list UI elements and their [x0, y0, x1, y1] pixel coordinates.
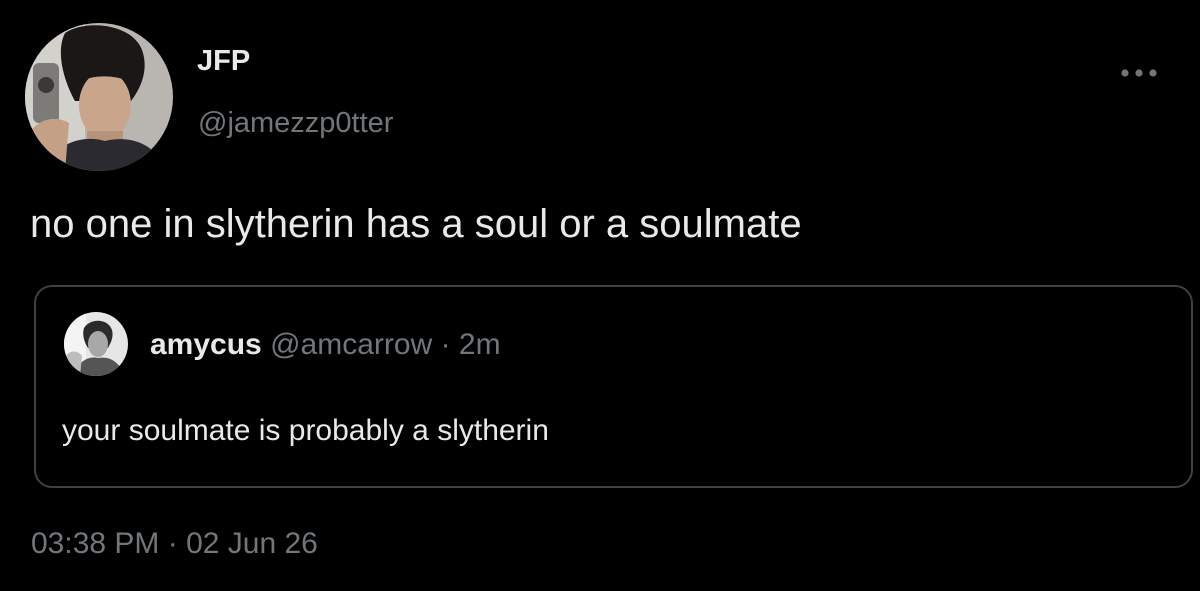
- author-avatar-photo: [25, 23, 173, 171]
- quoted-tweet-text: your soulmate is probably a slytherin: [62, 414, 549, 447]
- more-horizontal-icon: [1121, 69, 1157, 77]
- tweet-card: JFP @jamezzp0tter no one in slytherin ha…: [0, 0, 1200, 591]
- author-avatar[interactable]: [25, 23, 173, 171]
- author-handle[interactable]: @jamezzp0tter: [198, 106, 393, 140]
- tweet-text: no one in slytherin has a soul or a soul…: [30, 202, 802, 246]
- quoted-author-avatar-photo: [64, 312, 128, 376]
- quoted-author-name[interactable]: amycus: [150, 328, 262, 361]
- quoted-tweet-card[interactable]: amycus @amcarrow · 2m your soulmate is p…: [34, 285, 1193, 488]
- quoted-author-meta: @amcarrow · 2m: [270, 328, 501, 361]
- quoted-author-avatar[interactable]: [64, 312, 128, 376]
- author-display-name[interactable]: JFP: [197, 44, 250, 78]
- tweet-timestamp[interactable]: 03:38 PM · 02 Jun 26: [31, 526, 318, 562]
- quoted-tweet-header: amycus @amcarrow · 2m: [150, 327, 501, 363]
- more-options-button[interactable]: [1116, 58, 1162, 88]
